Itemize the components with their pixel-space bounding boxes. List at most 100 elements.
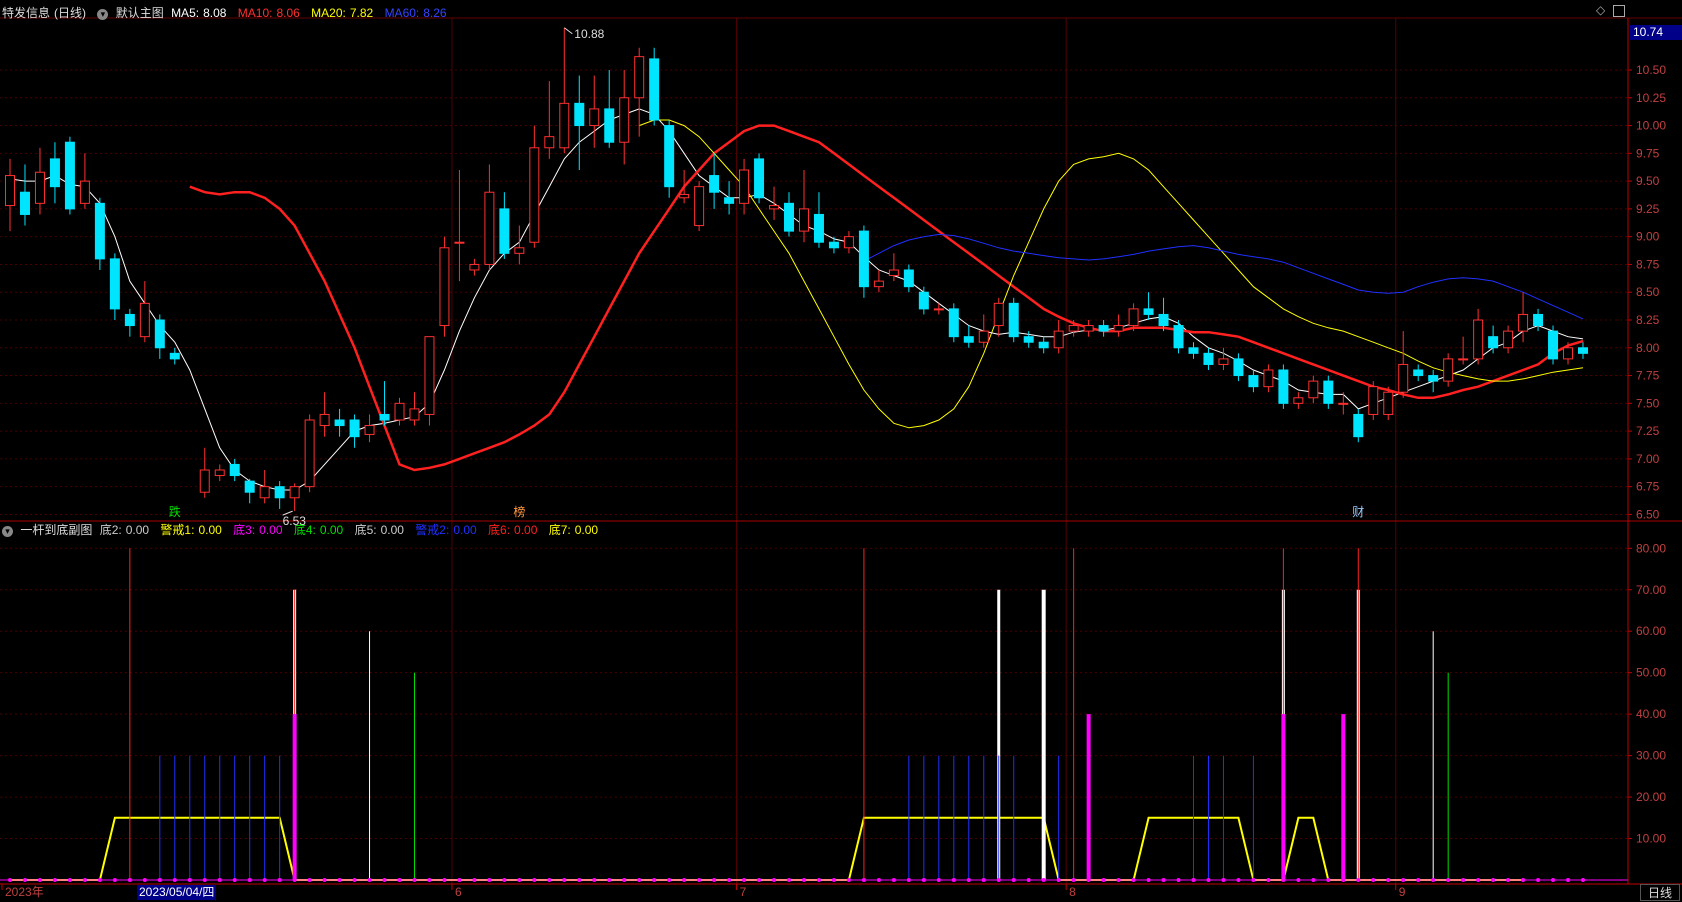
template-name[interactable]: 默认主图 xyxy=(116,6,164,20)
candle-body xyxy=(79,180,90,204)
ma-line-ma20 xyxy=(639,119,1584,429)
ma10-label: MA10: 8.06 xyxy=(237,6,300,20)
ma-line-ma60 xyxy=(863,233,1584,320)
price-tick-label: 10.00 xyxy=(1636,119,1666,133)
indicator-tick-label: 40.00 xyxy=(1636,707,1666,721)
candle-body xyxy=(574,102,585,127)
price-tick-label: 9.25 xyxy=(1636,202,1660,216)
stock-name[interactable]: 特发信息 xyxy=(2,6,50,20)
candle-body xyxy=(1248,375,1259,388)
chart-grid xyxy=(0,18,1628,884)
price-tick-label: 8.75 xyxy=(1636,257,1660,271)
price-tick-label: 8.25 xyxy=(1636,313,1660,327)
candle-body xyxy=(1008,302,1019,338)
candle-body xyxy=(1473,319,1484,360)
candle-body xyxy=(589,108,600,127)
candle-body xyxy=(694,186,705,227)
indicator-item-di3: 底3: 0.00 xyxy=(233,523,283,537)
price-tick-label: 10.25 xyxy=(1636,91,1666,105)
candle-body xyxy=(1533,313,1544,327)
indicator-tick-label: 50.00 xyxy=(1636,666,1666,680)
candle-body xyxy=(1218,358,1229,365)
candles[interactable] xyxy=(5,27,1588,512)
candle-body xyxy=(1293,397,1304,404)
candle-body xyxy=(1128,308,1139,327)
candle-body xyxy=(529,147,540,243)
candle-body xyxy=(1323,380,1334,404)
candle-body xyxy=(1353,413,1364,438)
indicator-item-di7: 底7: 0.00 xyxy=(548,523,599,537)
candle-body xyxy=(1368,386,1379,415)
chart-labels: 10.886.53跌榜财 xyxy=(169,27,1365,528)
candle-body xyxy=(1548,330,1559,360)
candle-body xyxy=(1383,391,1394,415)
candle-body xyxy=(1158,313,1169,327)
candle-body xyxy=(394,402,405,421)
indicator-dropdown-icon[interactable]: ▾ xyxy=(2,526,13,537)
ma60-label: MA60: 8.26 xyxy=(384,6,447,20)
month-label: 7 xyxy=(740,885,747,899)
price-tick-label: 8.00 xyxy=(1636,341,1660,355)
candle-body xyxy=(933,308,944,311)
indicator-panel[interactable] xyxy=(0,548,1628,882)
candle-body xyxy=(379,413,390,421)
candle-body xyxy=(439,247,450,327)
candle-body xyxy=(903,269,914,288)
candle-body xyxy=(918,291,929,310)
event-marker: 榜 xyxy=(513,504,525,519)
candle-body xyxy=(769,205,780,210)
month-label: 2023年 xyxy=(5,885,44,899)
candle-body xyxy=(1338,402,1349,405)
window-icon[interactable] xyxy=(1612,4,1625,17)
candle-body xyxy=(858,230,869,288)
candle-body xyxy=(64,141,75,210)
candle-body xyxy=(124,313,135,327)
ma20-label: MA20: 7.82 xyxy=(311,6,374,20)
price-tick-label: 9.50 xyxy=(1636,174,1660,188)
candle-body xyxy=(229,463,240,477)
candle-body xyxy=(1458,358,1469,361)
chart-series xyxy=(9,108,1584,491)
candle-body xyxy=(784,202,795,232)
candle-body xyxy=(1053,330,1064,349)
candle-body xyxy=(289,486,300,499)
candle-body xyxy=(469,263,480,271)
candle-body xyxy=(1428,375,1439,382)
candle-body xyxy=(948,308,959,338)
candle-body xyxy=(1563,347,1574,360)
candle-body xyxy=(34,171,45,204)
max-pointer xyxy=(563,27,573,35)
candle-body xyxy=(1578,347,1588,354)
month-label: 9 xyxy=(1399,885,1406,899)
event-marker: 跌 xyxy=(169,504,181,519)
price-tag: 10.74 xyxy=(1630,25,1682,40)
candle-body xyxy=(109,258,120,310)
candle-body xyxy=(709,175,720,193)
candle-body xyxy=(1503,330,1514,349)
main-header: 特发信息 (日线) ▾ 默认主图 MA5: 8.08 MA10: 8.06 MA20:… xyxy=(2,4,455,21)
period-button[interactable]: 日线 xyxy=(1640,884,1680,901)
candle-body xyxy=(1113,325,1124,332)
candle-body xyxy=(604,108,615,143)
candle-body xyxy=(1278,369,1289,404)
month-label: 8 xyxy=(1069,885,1076,899)
candle-body xyxy=(19,191,30,215)
candle-body xyxy=(1398,363,1409,393)
candle-body xyxy=(978,330,989,343)
template-dropdown-icon[interactable]: ▾ xyxy=(97,9,109,20)
candle-body xyxy=(1443,358,1454,382)
candle-body xyxy=(559,102,570,149)
candle-body xyxy=(1023,336,1034,343)
diamond-icon[interactable]: ◇ xyxy=(1596,3,1605,17)
price-tick-label: 9.00 xyxy=(1636,230,1660,244)
indicator-title[interactable]: 一杆到底副图 xyxy=(20,523,92,537)
window-controls: ◇ xyxy=(1596,3,1629,17)
candle-body xyxy=(664,125,675,188)
price-tick-label: 8.50 xyxy=(1636,285,1660,299)
price-tick-label: 7.25 xyxy=(1636,424,1660,438)
candle-body xyxy=(1263,369,1274,388)
candle-body xyxy=(1083,325,1094,332)
candle-body xyxy=(1413,369,1424,377)
candle-body xyxy=(544,136,555,149)
candle-body xyxy=(214,469,225,477)
